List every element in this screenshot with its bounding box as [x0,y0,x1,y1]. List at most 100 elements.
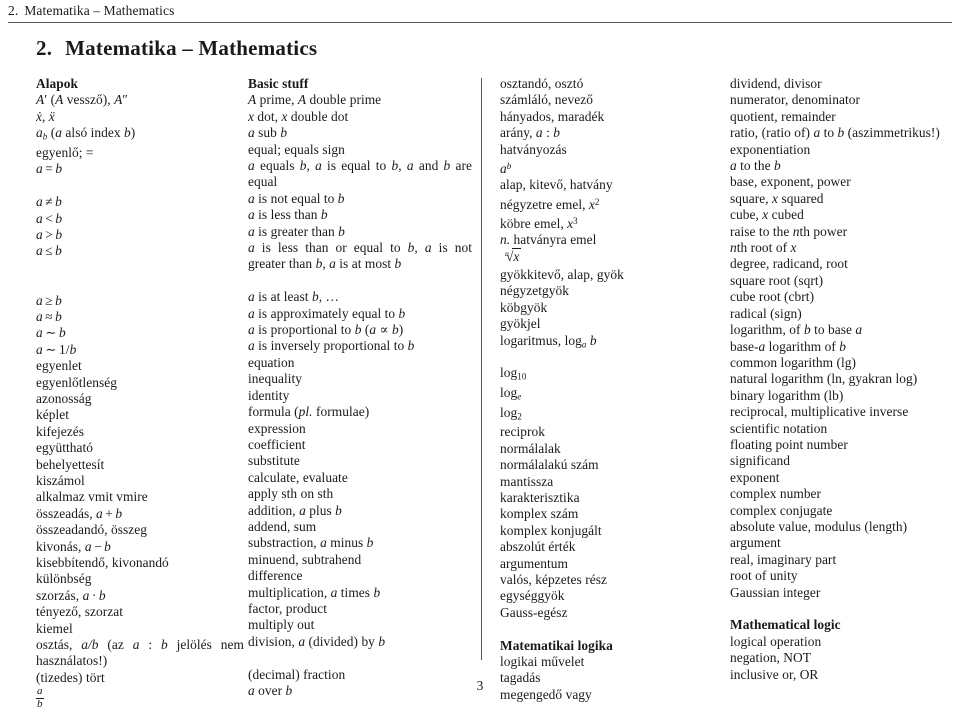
column-divider [481,78,482,660]
term-en: expression [248,420,306,436]
term-en: division, a (divided) by b [248,633,386,649]
right-english-column: dividend, divisor numerator, denominator… [730,76,952,683]
term-hu: komplex szám [500,506,579,522]
term-hu: a ≤ b [36,243,62,259]
group-heading: Alapok [36,76,78,91]
term-hu: karakterisztika [500,489,580,505]
term-hu: a ≈ b [36,308,62,324]
term-hu: hányados, maradék [500,108,605,124]
term-hu: komplex konjugált [500,522,602,538]
term-en: cube root (cbrt) [730,289,815,305]
term-hu: egységgyök [500,588,565,604]
term-hu: kisebbítendő, kivonandó [36,555,169,570]
term-hu: köbgyök [500,299,548,315]
term-en: base, exponent, power [730,174,851,190]
term-en: addition, a plus b [248,502,342,518]
term-hu: a = b [36,161,63,177]
term-en: addend, sum [248,518,317,534]
term-en: ratio, (ratio of) a to b (aszimmetrikus!… [730,125,940,141]
term-hu: különbség [36,571,92,587]
term-en: minuend, subtrahend [248,551,362,567]
term-hu: egyenlő; = [36,144,94,160]
term-hu: alkalmaz vmit vmire [36,489,148,505]
term-en: a is inversely proportional to b [248,338,415,354]
term-en: degree, radicand, root [730,256,848,272]
term-hu: argumentum [500,555,568,571]
term-hu: normálalak [500,440,561,456]
term-hu: négyzetgyök [500,283,569,299]
term-hu: n. hatványra emel [500,232,597,248]
term-hu: hatványozás [500,141,567,157]
term-en: equal; equals sign [248,141,345,157]
term-en: apply sth on sth [248,486,334,502]
term-en: negation, NOT [730,650,811,666]
term-en: complex number [730,486,822,502]
running-header-number: 2. [8,3,19,18]
term-en: dividend, divisor [730,76,822,91]
term-en: a is approximately equal to b [248,305,406,321]
term-en: exponent [730,469,780,485]
term-en: numerator, denominator [730,92,860,108]
term-hu: A′ (A vessző), A″ [36,92,128,108]
term-en: a is greater than b [248,223,345,239]
term-en: real, imaginary part [730,551,837,567]
term-en: a is not equal to b [248,190,345,206]
term-en: nth root of x [730,240,797,256]
right-hungarian-column: osztandó, osztó számláló, nevező hányado… [500,76,722,703]
term-en: a is at least b, … [248,289,339,305]
term-hu: tényező, szorzat [36,604,124,620]
term-en: equation [248,354,295,370]
term-hu: számláló, nevező [500,92,594,108]
term-hu: alap, kitevő, hatvány [500,177,613,193]
term-en: quotient, remainder [730,108,836,124]
term-en: significand [730,453,791,469]
term-en: substitute [248,453,300,469]
term-hu: logaritmus, loga b [500,332,597,349]
section-title-text: Matematika – Mathematics [65,36,318,60]
term-hu: a ∼ 1/b [36,341,77,357]
term-hu: kiszámol [36,472,85,488]
term-en: a sub b [248,125,288,141]
term-hu: a ≠ b [36,194,62,210]
term-en: substraction, a minus b [248,535,374,551]
term-en: a to the b [730,158,781,174]
term-hu: a ≥ b [36,292,62,308]
term-en: identity [248,387,290,403]
term-hu: reciprok [500,424,546,440]
term-en: a is less than or equal to b, a is not g… [248,240,473,272]
term-hu: együttható [36,440,94,456]
term-en: complex conjugate [730,502,833,518]
term-en: radical (sign) [730,305,802,321]
term-hu: ab (a alsó index b) [36,125,136,142]
term-hu: a > b [36,226,63,242]
term-en: multiply out [248,617,315,633]
term-en: inequality [248,371,303,387]
term-en: square, x squared [730,190,824,206]
term-hu: szorzás, a · b [36,587,106,603]
term-hu: logikai művelet [500,654,585,670]
term-en: logical operation [730,633,822,649]
header-rule [8,22,952,23]
term-hu: loge [500,385,522,402]
term-hu: kifejezés [36,423,85,439]
term-hu: abszolút érték [500,539,576,555]
term-hu: kivonás, a − b [36,538,111,554]
left-hungarian-column: Alapok A′ (A vessző), A″ ẋ, ẍ ab (a alsó… [36,76,244,711]
term-hu: ab [500,160,512,176]
term-hu: valós, képzetes rész [500,572,607,587]
group-heading: Matematikai logika [500,637,613,653]
term-hu: log2 [500,404,522,421]
term-hu: Gauss-egész [500,604,568,620]
term-en: coefficient [248,436,306,452]
term-hu: egyenlet [36,358,82,374]
term-en: factor, product [248,600,328,616]
term-en: root of unity [730,568,798,584]
term-en: absolute value, modulus (length) [730,518,908,534]
term-hu: a ∼ b [36,325,66,341]
term-hu: azonosság [36,390,92,406]
term-hu: gyökjel [500,316,541,332]
term-en: natural logarithm (ln, gyakran log) [730,371,918,387]
